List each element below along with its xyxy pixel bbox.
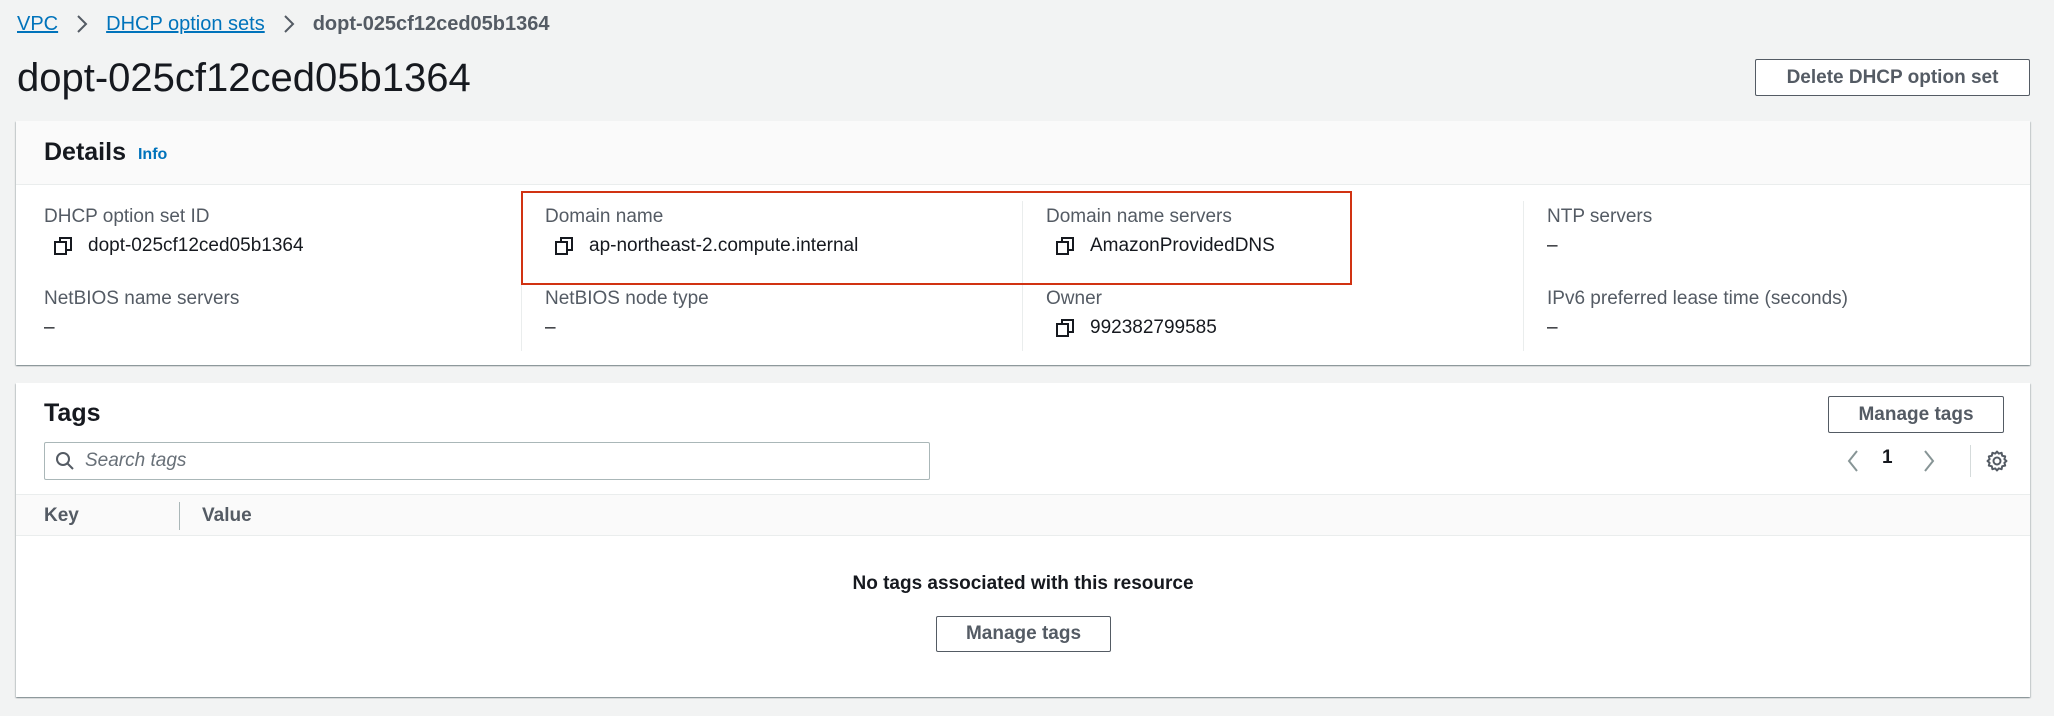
field-value: –	[44, 317, 55, 338]
column-resizer[interactable]	[179, 502, 180, 530]
field-value: –	[545, 317, 556, 338]
field-value: 992382799585	[1090, 317, 1217, 338]
copy-icon[interactable]	[52, 235, 74, 257]
field-value: dopt-025cf12ced05b1364	[88, 235, 304, 256]
column-header-value[interactable]: Value	[202, 505, 252, 527]
field-value: –	[1547, 235, 1558, 256]
field-label: DHCP option set ID	[44, 206, 210, 227]
details-header: Details Info	[16, 121, 2030, 185]
gear-icon[interactable]	[1985, 445, 2009, 477]
details-title: Details	[44, 138, 126, 166]
manage-tags-empty-button[interactable]: Manage tags	[936, 616, 1111, 652]
column-divider	[521, 201, 522, 351]
breadcrumb-link-dhcp-option-sets[interactable]: DHCP option sets	[106, 13, 265, 36]
field-netbios-name-servers: NetBIOS name servers –	[44, 287, 239, 340]
manage-tags-button[interactable]: Manage tags	[1828, 396, 2004, 433]
field-ntp-servers: NTP servers –	[1547, 205, 1652, 258]
field-label: Owner	[1046, 288, 1102, 309]
details-panel: Details Info DHCP option set ID dopt-025…	[16, 121, 2030, 365]
tags-table-header: Key Value	[16, 494, 2030, 536]
column-divider	[1523, 201, 1524, 351]
column-header-key[interactable]: Key	[44, 505, 79, 527]
field-ipv6-lease-time: IPv6 preferred lease time (seconds) –	[1547, 287, 1848, 340]
empty-state-message: No tags associated with this resource	[852, 573, 1194, 594]
tags-title: Tags	[44, 399, 101, 427]
breadcrumb-current: dopt-025cf12ced05b1364	[312, 12, 550, 35]
field-label: NetBIOS node type	[545, 288, 709, 309]
chevron-right-icon	[76, 14, 88, 34]
field-option-set-id: DHCP option set ID dopt-025cf12ced05b136…	[44, 205, 304, 258]
field-netbios-node-type: NetBIOS node type –	[545, 287, 709, 340]
chevron-left-icon[interactable]	[1846, 445, 1860, 477]
page-number[interactable]: 1	[1882, 447, 1893, 469]
field-owner: Owner 992382799585	[1046, 287, 1217, 340]
field-label: NetBIOS name servers	[44, 288, 240, 309]
field-domain-name-servers: Domain name servers AmazonProvidedDNS	[1046, 205, 1275, 258]
breadcrumb: VPC DHCP option sets dopt-025cf12ced05b1…	[17, 10, 550, 38]
field-label: Domain name servers	[1046, 206, 1232, 227]
field-label: Domain name	[545, 206, 664, 227]
search-tags-input[interactable]	[85, 450, 905, 472]
info-link[interactable]: Info	[138, 146, 167, 164]
search-icon	[55, 451, 75, 471]
field-label: NTP servers	[1547, 206, 1653, 227]
page-title: dopt-025cf12ced05b1364	[17, 56, 471, 100]
tags-panel: Tags Manage tags 1 Key Value No tags ass…	[16, 383, 2030, 697]
breadcrumb-link-vpc[interactable]: VPC	[17, 13, 58, 36]
search-tags-box[interactable]	[44, 442, 930, 480]
copy-icon[interactable]	[1054, 235, 1076, 257]
field-domain-name: Domain name ap-northeast-2.compute.inter…	[545, 205, 858, 258]
copy-icon[interactable]	[553, 235, 575, 257]
delete-dhcp-option-set-button[interactable]: Delete DHCP option set	[1755, 59, 2030, 96]
field-label: IPv6 preferred lease time (seconds)	[1547, 288, 1848, 309]
field-value: ap-northeast-2.compute.internal	[589, 235, 859, 256]
column-divider	[1022, 201, 1023, 351]
field-value: AmazonProvidedDNS	[1090, 235, 1275, 256]
copy-icon[interactable]	[1054, 317, 1076, 339]
chevron-right-icon[interactable]	[1922, 445, 1936, 477]
chevron-right-icon	[283, 14, 295, 34]
field-value: –	[1547, 317, 1558, 338]
pager-divider	[1970, 445, 1971, 477]
